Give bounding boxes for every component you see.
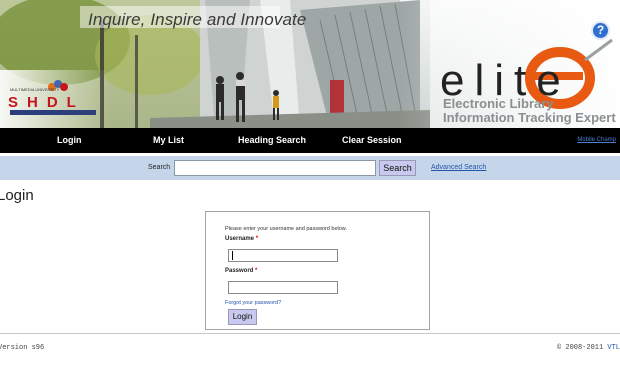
footer-divider: [0, 333, 620, 334]
page-title: Login: [0, 187, 34, 204]
required-marker: *: [255, 236, 259, 242]
nav-item-heading-search[interactable]: Heading Search: [238, 128, 306, 153]
search-bar: Search Search Advanced Search: [0, 156, 620, 180]
login-instructions: Please enter your username and password …: [225, 226, 347, 232]
advanced-search-link[interactable]: Advanced Search: [431, 164, 486, 171]
login-form: Please enter your username and password …: [205, 211, 430, 330]
help-icon[interactable]: ?: [591, 21, 610, 40]
library-logo-text: SHDL: [8, 94, 85, 111]
search-label: Search: [148, 164, 171, 171]
nav-item-login[interactable]: Login: [57, 128, 82, 153]
library-logo-strip: [10, 110, 96, 115]
copyright-years: © 2008-2011: [556, 344, 604, 352]
university-name: MULTIMEDIA UNIVERSITY: [10, 87, 60, 92]
nav-item-clear-session[interactable]: Clear Session: [342, 128, 402, 153]
text-caret: [232, 251, 233, 260]
password-field[interactable]: [228, 281, 338, 294]
username-field[interactable]: [228, 249, 338, 262]
search-input[interactable]: [174, 160, 376, 176]
product-logo-subtitle: Electronic Library Information Tracking …: [443, 97, 616, 125]
vendor-link[interactable]: VTL: [607, 344, 620, 352]
login-button[interactable]: Login: [228, 309, 257, 325]
username-label: Username *: [225, 236, 258, 242]
required-marker: *: [255, 268, 258, 274]
header-banner: Inquire, Inspire and Innovate MULTIMEDIA…: [0, 0, 620, 128]
version-text: Version s96: [0, 344, 45, 352]
mobile-link[interactable]: Mobile Champ: [577, 128, 616, 153]
banner-tagline: Inquire, Inspire and Innovate: [88, 10, 307, 29]
main-nav: Login My List Heading Search Clear Sessi…: [0, 128, 620, 153]
password-label-text: Password: [225, 268, 254, 274]
nav-item-my-list[interactable]: My List: [153, 128, 184, 153]
forgot-password-link[interactable]: Forgot your password?: [225, 300, 281, 306]
password-label: Password *: [225, 268, 257, 274]
copyright-text: © 2008-2011 VTL: [557, 344, 620, 352]
search-button[interactable]: Search: [379, 160, 416, 176]
product-subtitle-line2: Information Tracking Expert: [443, 110, 616, 125]
product-subtitle-line1: Electronic Library: [443, 96, 554, 111]
username-label-text: Username: [225, 236, 255, 242]
